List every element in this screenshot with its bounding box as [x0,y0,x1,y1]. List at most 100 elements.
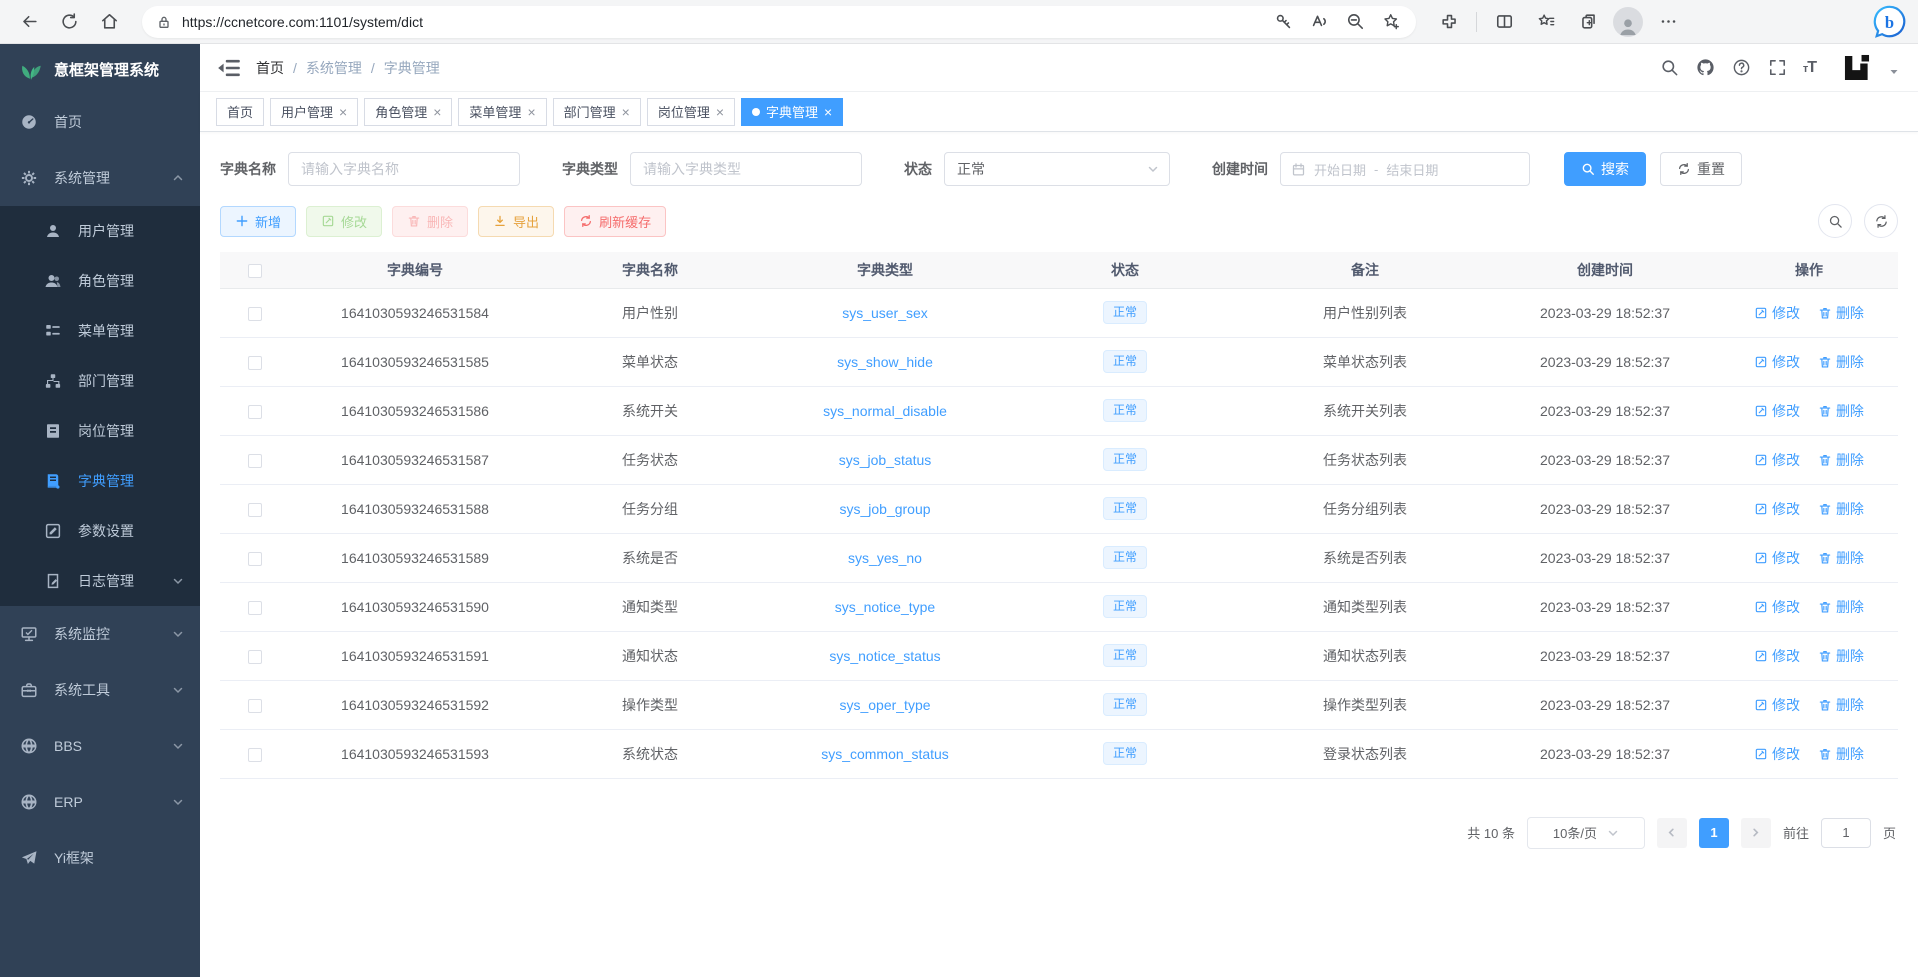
row-edit-button[interactable]: 修改 [1754,303,1800,323]
search-button[interactable]: 搜索 [1564,152,1646,186]
dict-type-link[interactable]: sys_show_hide [837,354,933,370]
row-delete-button[interactable]: 删除 [1818,646,1864,666]
tab[interactable]: 角色管理 × [364,98,452,126]
read-aloud-icon[interactable] [1304,7,1334,37]
dict-name-input[interactable] [288,152,520,186]
tab[interactable]: 用户管理 × [270,98,358,126]
row-delete-button[interactable]: 删除 [1818,499,1864,519]
back-icon[interactable] [12,5,46,39]
row-edit-button[interactable]: 修改 [1754,499,1800,519]
export-button[interactable]: 导出 [478,206,554,237]
breadcrumb-system[interactable]: 系统管理 [306,58,362,78]
row-checkbox[interactable] [248,454,262,468]
dict-type-link[interactable]: sys_normal_disable [823,403,947,419]
reset-button[interactable]: 重置 [1660,152,1742,186]
date-end-placeholder[interactable]: 结束日期 [1386,160,1438,179]
tab-close-icon[interactable]: × [824,105,832,119]
row-delete-button[interactable]: 删除 [1818,352,1864,372]
status-select[interactable]: 正常 [944,152,1170,186]
fullscreen-icon[interactable] [1767,57,1789,79]
help-icon[interactable] [1731,57,1753,79]
tab[interactable]: 字典管理 × [741,98,843,126]
row-checkbox[interactable] [248,356,262,370]
sidebar-item-users[interactable]: 用户管理 [0,206,200,256]
sidebar-item-monitor[interactable]: 系统监控 [0,606,200,662]
split-screen-icon[interactable] [1487,5,1521,39]
sidebar-item-bbs[interactable]: BBS [0,718,200,774]
user-logo-avatar[interactable] [1840,51,1874,85]
dict-type-input[interactable] [630,152,862,186]
row-delete-button[interactable]: 删除 [1818,597,1864,617]
row-delete-button[interactable]: 删除 [1818,548,1864,568]
dict-type-link[interactable]: sys_job_group [839,501,930,517]
row-delete-button[interactable]: 删除 [1818,450,1864,470]
row-edit-button[interactable]: 修改 [1754,744,1800,764]
dict-type-link[interactable]: sys_yes_no [848,550,922,566]
sidebar-item-system[interactable]: 系统管理 [0,150,200,206]
header-search-icon[interactable] [1659,57,1681,79]
add-favorite-star-icon[interactable] [1376,7,1406,37]
date-range-picker[interactable]: 开始日期 - 结束日期 [1280,152,1530,186]
row-checkbox[interactable] [248,699,262,713]
row-delete-button[interactable]: 删除 [1818,401,1864,421]
prev-page-button[interactable] [1657,818,1687,848]
refresh-table-button[interactable] [1864,204,1898,238]
favorites-icon[interactable] [1529,5,1563,39]
dict-type-link[interactable]: sys_notice_status [829,648,940,664]
more-menu-icon[interactable] [1651,5,1685,39]
extensions-icon[interactable] [1432,5,1466,39]
tab-close-icon[interactable]: × [716,105,724,119]
row-checkbox[interactable] [248,552,262,566]
bing-chat-icon[interactable]: b [1873,5,1906,38]
date-start-placeholder[interactable]: 开始日期 [1314,160,1366,179]
row-edit-button[interactable]: 修改 [1754,695,1800,715]
row-edit-button[interactable]: 修改 [1754,352,1800,372]
row-edit-button[interactable]: 修改 [1754,401,1800,421]
sidebar-item-tools[interactable]: 系统工具 [0,662,200,718]
address-bar[interactable]: https://ccnetcore.com:1101/system/dict [142,6,1416,38]
tab-close-icon[interactable]: × [622,105,630,119]
row-delete-button[interactable]: 删除 [1818,303,1864,323]
app-logo[interactable]: 意框架管理系统 [0,44,200,94]
dict-type-link[interactable]: sys_notice_type [835,599,935,615]
tab-close-icon[interactable]: × [527,105,535,119]
dict-type-link[interactable]: sys_oper_type [839,697,930,713]
tab[interactable]: 部门管理 × [553,98,641,126]
dict-type-link[interactable]: sys_user_sex [842,305,928,321]
home-icon[interactable] [92,5,126,39]
row-edit-button[interactable]: 修改 [1754,597,1800,617]
caret-down-icon[interactable] [1888,66,1900,78]
row-checkbox[interactable] [248,503,262,517]
collections-icon[interactable] [1571,5,1605,39]
row-delete-button[interactable]: 删除 [1818,695,1864,715]
edit-button[interactable]: 修改 [306,206,382,237]
next-page-button[interactable] [1741,818,1771,848]
dict-type-link[interactable]: sys_common_status [821,746,949,762]
url-text[interactable]: https://ccnetcore.com:1101/system/dict [182,14,1268,30]
sidebar-item-posts[interactable]: 岗位管理 [0,406,200,456]
profile-avatar[interactable] [1613,7,1643,37]
sidebar-item-erp[interactable]: ERP [0,774,200,830]
row-checkbox[interactable] [248,748,262,762]
row-checkbox[interactable] [248,601,262,615]
sidebar-item-params[interactable]: 参数设置 [0,506,200,556]
sidebar-item-menus[interactable]: 菜单管理 [0,306,200,356]
tab[interactable]: 岗位管理 × [647,98,735,126]
font-size-icon[interactable]: тT [1803,59,1816,77]
row-checkbox[interactable] [248,405,262,419]
show-search-toggle-button[interactable] [1818,204,1852,238]
page-number-1[interactable]: 1 [1699,818,1729,848]
sidebar-item-depts[interactable]: 部门管理 [0,356,200,406]
dict-type-link[interactable]: sys_job_status [839,452,932,468]
breadcrumb-home[interactable]: 首页 [256,58,284,78]
tab[interactable]: 菜单管理 × [458,98,546,126]
tab-close-icon[interactable]: × [433,105,441,119]
goto-page-input[interactable] [1821,818,1871,848]
refresh-icon[interactable] [52,5,86,39]
sidebar-item-roles[interactable]: 角色管理 [0,256,200,306]
row-checkbox[interactable] [248,307,262,321]
sidebar-toggle-icon[interactable] [216,55,242,81]
refresh-cache-button[interactable]: 刷新缓存 [564,206,666,237]
sidebar-item-yi-framework[interactable]: Yi框架 [0,830,200,886]
delete-button[interactable]: 删除 [392,206,468,237]
